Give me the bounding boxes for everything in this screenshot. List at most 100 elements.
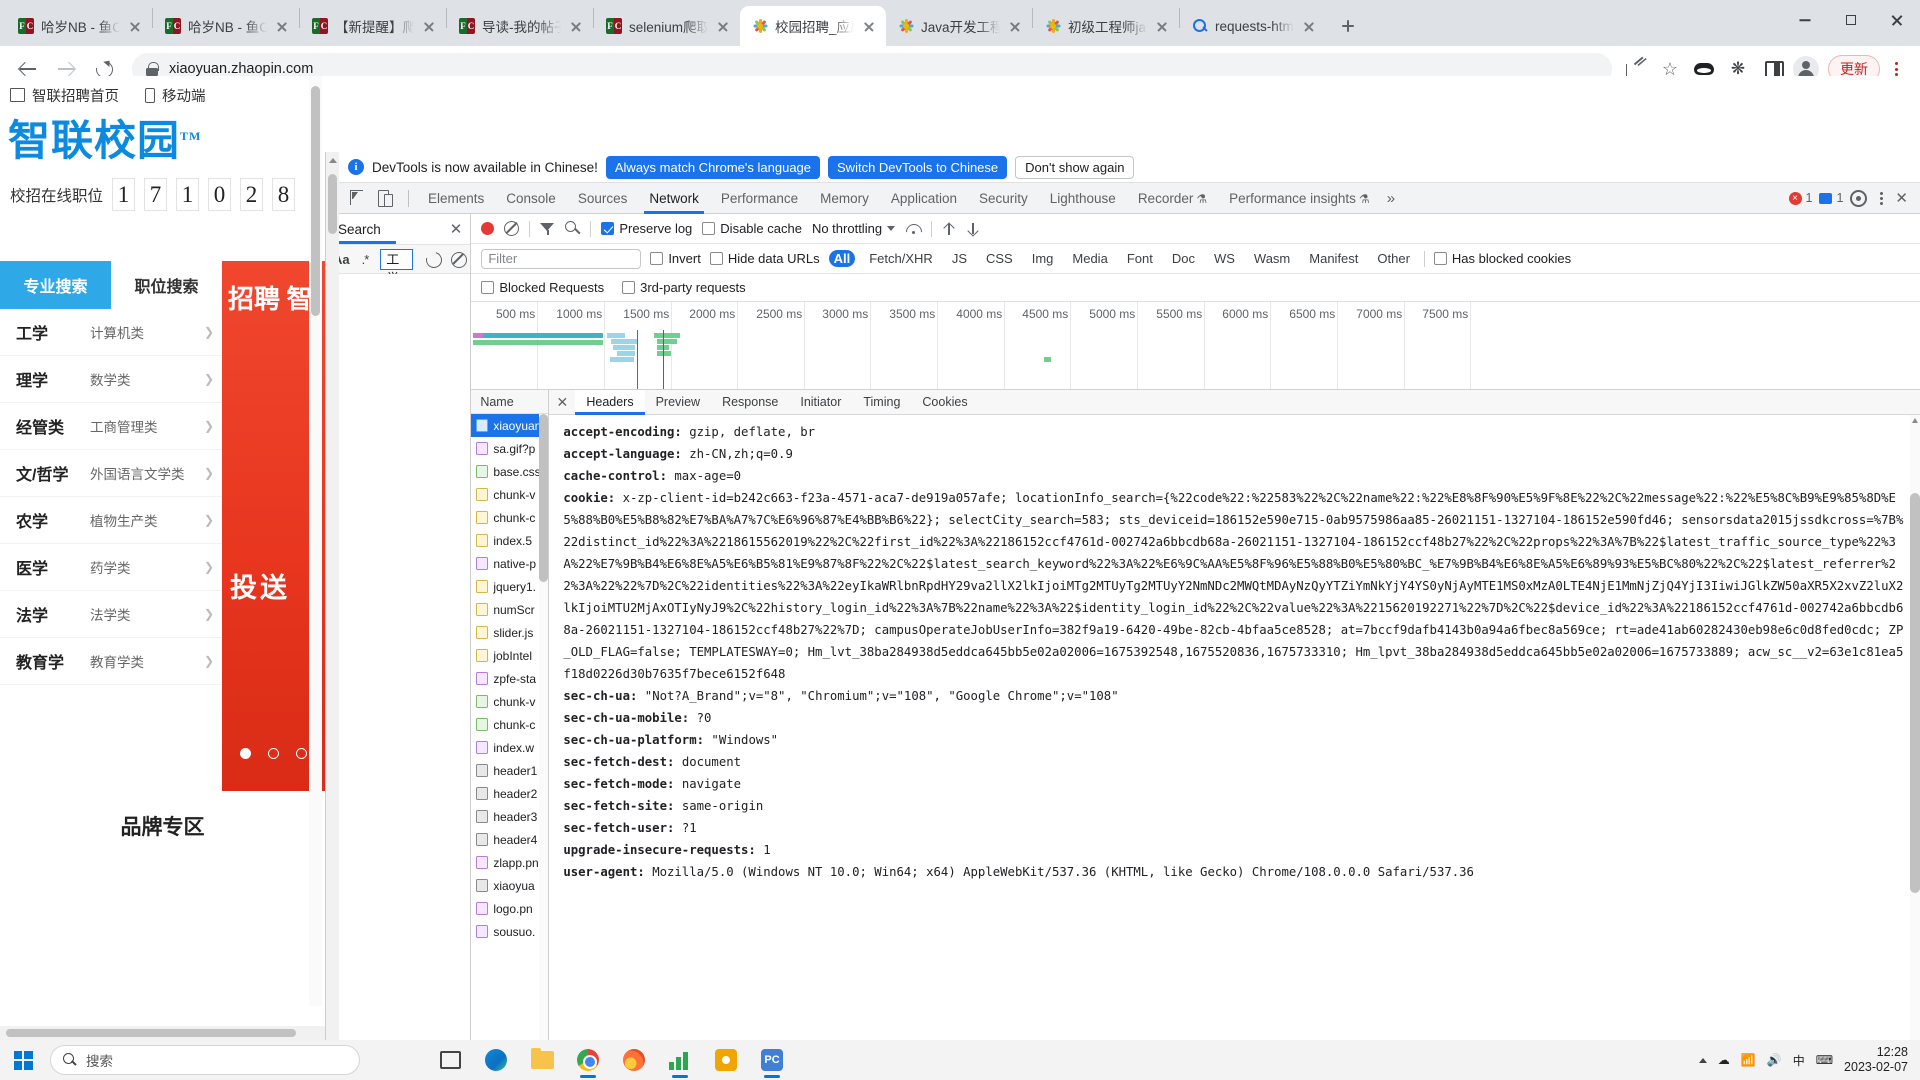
table-row[interactable]: jquery1. [471,575,548,598]
tab-memory[interactable]: Memory [809,183,880,214]
task-view-icon[interactable] [430,1040,470,1080]
close-devtools-icon[interactable]: ✕ [1895,189,1908,207]
maximize-button[interactable] [1828,0,1874,40]
table-row[interactable]: base.css [471,460,548,483]
disable-cache-checkbox[interactable]: Disable cache [702,221,802,236]
export-har-icon[interactable] [966,222,980,236]
close-icon[interactable] [715,18,731,34]
nav-item-home[interactable]: 智联招聘首页 [10,85,119,106]
preserve-log-checkbox[interactable]: Preserve log [601,221,692,236]
refresh-icon[interactable] [425,251,438,268]
devtools-menu-icon[interactable] [1874,190,1888,207]
browser-tab-active[interactable]: 校园招聘_应届 [740,6,886,46]
tab-response[interactable]: Response [711,390,789,415]
list-item[interactable]: 法学 法学类 ❯ [0,591,222,638]
request-list-body[interactable]: xiaoyuan sa.gif?p base.css chunk-v chunk… [471,414,549,1040]
scroll-up-icon[interactable] [328,158,337,163]
tab-headers[interactable]: Headers [575,389,645,415]
browser-tab[interactable]: FC 哈岁NB - 鱼C [153,6,299,46]
start-button[interactable] [0,1040,46,1080]
tab-major-search[interactable]: 专业搜索 [0,261,111,309]
request-list-header[interactable]: Name [471,390,549,414]
table-row[interactable]: index.w [471,736,548,759]
headers-scrollbar[interactable] [1910,415,1920,1040]
regex-icon[interactable]: .* [362,252,370,267]
tab-preview[interactable]: Preview [645,390,711,415]
list-item[interactable]: 教育学 教育学类 ❯ [0,638,222,685]
has-blocked-cookies-checkbox[interactable]: Has blocked cookies [1433,251,1571,266]
tab-performance[interactable]: Performance [710,183,809,214]
file-explorer-icon[interactable] [522,1040,562,1080]
browser-tab[interactable]: FC 【新提醒】爬 [300,6,446,46]
page-scrollbar-thumb[interactable] [311,86,320,316]
request-list-scrollbar[interactable] [539,414,549,1040]
tab-lighthouse[interactable]: Lighthouse [1039,183,1127,214]
nav-item-mobile[interactable]: 移动端 [145,85,206,106]
table-row[interactable]: native-p [471,552,548,575]
tab-elements[interactable]: Elements [417,183,495,214]
tab-cookies[interactable]: Cookies [911,390,978,415]
table-row[interactable]: sousuo. [471,920,549,943]
record-button[interactable] [481,222,495,235]
filter-type-css[interactable]: CSS [981,250,1018,267]
table-row[interactable]: sa.gif?p [471,437,548,460]
table-row[interactable]: zpfe-sta [471,667,548,690]
list-item[interactable]: 理学 数学类 ❯ [0,356,222,403]
filter-input[interactable]: Filter [481,248,642,269]
close-icon[interactable] [1154,18,1170,34]
network-conditions-icon[interactable] [905,222,921,235]
filter-type-img[interactable]: Img [1027,250,1059,267]
filter-type-fetch-xhr[interactable]: Fetch/XHR [864,250,938,267]
carousel-dot[interactable] [296,748,307,759]
tab-console[interactable]: Console [495,183,567,214]
browser-tab[interactable]: FC selenium爬取 [594,6,740,46]
network-overview[interactable]: 500 ms 1000 ms 1500 ms 2000 ms 2500 ms 3… [471,302,1920,390]
tab-initiator[interactable]: Initiator [789,390,852,415]
search-input[interactable]: 工学 [380,248,413,286]
search-icon[interactable] [565,221,580,236]
scrollbar-thumb[interactable] [328,174,337,234]
message-count[interactable]: 1 [1819,191,1843,205]
page-hscrollbar[interactable] [0,1026,325,1040]
clear-icon[interactable] [450,251,468,268]
hide-data-urls-checkbox[interactable]: Hide data URLs [709,251,820,266]
filter-type-wasm[interactable]: Wasm [1249,250,1295,267]
browser-tab[interactable]: FC 哈岁NB - 鱼C [6,6,152,46]
tab-job-search[interactable]: 职位搜索 [111,261,222,309]
list-item[interactable]: 农学 植物生产类 ❯ [0,497,222,544]
close-icon[interactable] [274,18,290,34]
blocked-requests-checkbox[interactable]: Blocked Requests [481,280,604,295]
pycharm-icon[interactable]: PC [752,1040,792,1080]
browser-tab[interactable]: 初级工程师java [1033,6,1179,46]
settings-app-icon[interactable] [706,1040,746,1080]
filter-type-font[interactable]: Font [1122,250,1158,267]
ime-indicator[interactable]: 中 [1793,1052,1805,1069]
table-row[interactable]: index.5 [471,529,548,552]
close-window-button[interactable] [1874,0,1920,40]
headers-content[interactable]: accept-encoding: gzip, deflate, br accep… [549,415,1920,1040]
taskbar-search-box[interactable]: 搜索 [50,1045,360,1075]
inspect-element-icon[interactable] [344,185,370,211]
browser-tab[interactable]: requests-htm [1180,6,1326,46]
chrome-icon[interactable] [568,1040,608,1080]
table-row[interactable]: jobIntel [471,644,548,667]
table-row[interactable]: slider.js [471,621,548,644]
table-row[interactable]: xiaoyuan [471,414,549,437]
tab-security[interactable]: Security [968,183,1039,214]
carousel-dot[interactable] [268,748,279,759]
chart-app-icon[interactable] [660,1040,700,1080]
throttling-select[interactable]: No throttling [812,221,896,236]
third-party-requests-checkbox[interactable]: 3rd-party requests [622,280,746,295]
firefox-icon[interactable] [614,1040,654,1080]
filter-type-all[interactable]: All [828,250,856,267]
switch-to-chinese-button[interactable]: Switch DevTools to Chinese [828,155,1008,179]
browser-tab[interactable]: FC 导读-我的帖子 [447,6,593,46]
devtools-left-scrollbar[interactable] [326,152,339,1040]
table-row[interactable]: header2 [471,782,548,805]
clear-icon[interactable] [504,221,520,236]
table-row[interactable]: zlapp.pn [471,851,548,874]
tab-application[interactable]: Application [880,183,968,214]
close-icon[interactable]: ✕ [450,220,463,238]
network-icon[interactable]: 📶 [1741,1053,1756,1067]
close-detail-icon[interactable]: ✕ [549,394,575,411]
